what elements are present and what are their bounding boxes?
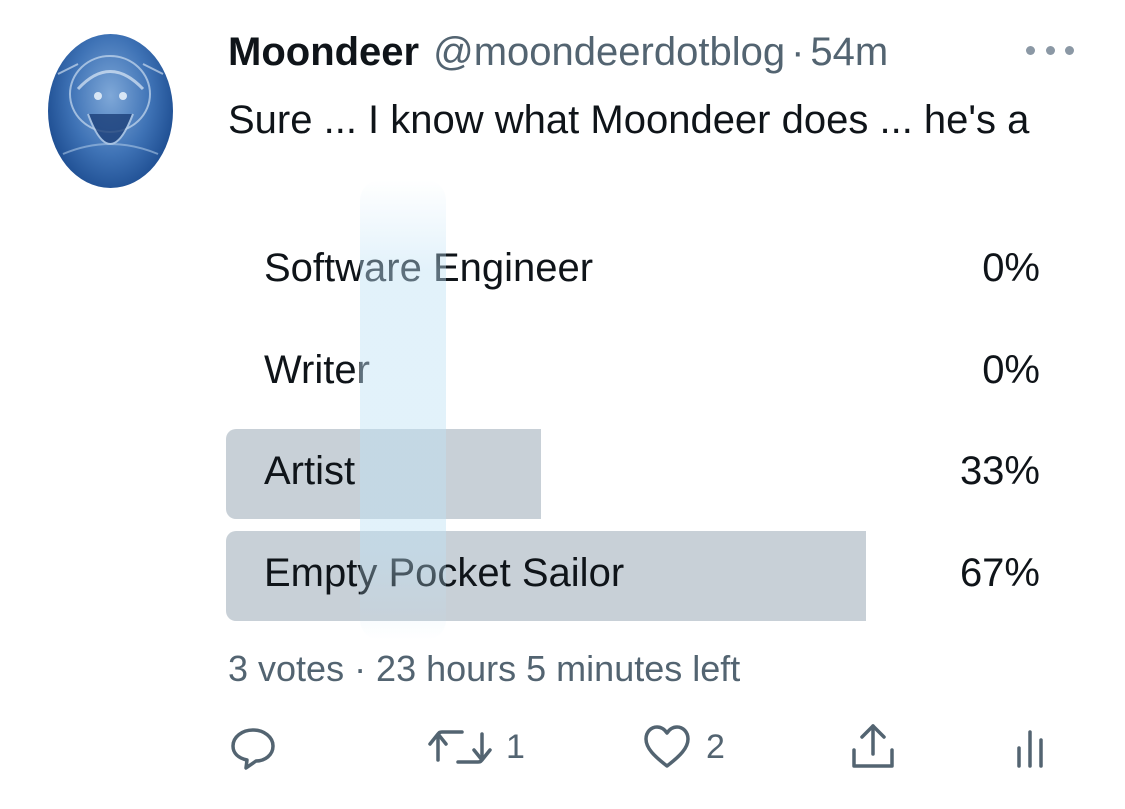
- poll-option-label: Software Engineer: [264, 246, 594, 290]
- author-handle[interactable]: @moondeerdotblog: [433, 30, 785, 75]
- author-name[interactable]: Moondeer: [228, 30, 419, 75]
- tweet-timestamp[interactable]: 54m: [810, 30, 888, 75]
- poll-option[interactable]: Writer 0%: [226, 328, 1042, 418]
- poll-option-label: Writer: [264, 348, 370, 392]
- analytics-button[interactable]: [1013, 722, 1049, 772]
- poll-option-percent: 0%: [982, 246, 1040, 290]
- poll-option-percent: 33%: [959, 449, 1040, 493]
- tweet-text: Sure ... I know what Moondeer does ... h…: [228, 98, 1030, 142]
- like-count: 2: [706, 727, 725, 766]
- poll-option[interactable]: Software Engineer 0%: [226, 226, 1042, 316]
- poll-option[interactable]: Artist 33%: [226, 429, 1042, 519]
- poll-option-label: Empty Pocket Sailor: [264, 551, 625, 595]
- header-separator: ·: [791, 30, 805, 74]
- retweet-button[interactable]: 1: [428, 722, 525, 772]
- action-bar: 1 2: [228, 722, 1058, 772]
- avatar-portrait-icon: [57, 55, 164, 155]
- poll-meta: 3 votes · 23 hours 5 minutes left: [228, 648, 741, 689]
- reply-button[interactable]: [228, 722, 292, 772]
- avatar[interactable]: [48, 34, 173, 188]
- analytics-icon: [1017, 730, 1043, 768]
- poll-option-percent: 0%: [982, 348, 1040, 392]
- more-button[interactable]: [1026, 38, 1074, 62]
- poll-option-percent: 67%: [959, 551, 1040, 595]
- like-button[interactable]: 2: [642, 722, 725, 772]
- poll-option-label: Artist: [264, 449, 356, 493]
- share-icon: [852, 724, 894, 768]
- retweet-count: 1: [506, 727, 525, 766]
- more-horizontal-icon: [1026, 45, 1035, 55]
- tweet-header: Moondeer @moondeerdotblog · 54m: [228, 30, 888, 80]
- share-button[interactable]: [848, 722, 898, 772]
- heart-icon: [644, 725, 690, 768]
- poll-option[interactable]: Empty Pocket Sailor 67%: [226, 531, 1042, 621]
- retweet-icon: [428, 730, 492, 764]
- avatar-image: [48, 34, 173, 188]
- reply-icon: [231, 728, 275, 770]
